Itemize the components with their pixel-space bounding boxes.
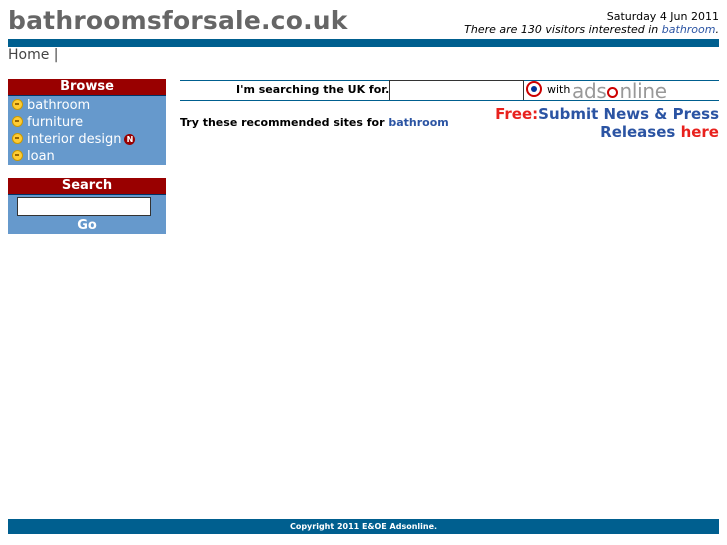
promo-free-label: Free:	[495, 105, 539, 123]
visitor-count: There are 130 visitors interested in bat…	[464, 23, 719, 36]
visitors-suffix: .	[715, 23, 720, 36]
recommend-keyword-link[interactable]: bathroom	[388, 116, 448, 129]
promo-here-link[interactable]: here	[681, 123, 719, 141]
site-logo[interactable]: bathroomsforsale.co.uk	[8, 6, 348, 35]
arrow-bullet-icon	[12, 116, 23, 127]
visitors-keyword-link[interactable]: bathroom	[662, 23, 716, 36]
browse-item-loan[interactable]: loan	[12, 148, 166, 165]
search-panel: Search Go	[8, 178, 166, 234]
arrow-bullet-icon	[12, 150, 23, 161]
main-search-row: I'm searching the UK for... with ads nlin…	[180, 79, 719, 103]
footer-copyright: Copyright 2011 E&OE Adsonline.	[8, 519, 719, 534]
browse-panel: Browse bathroom furniture interior desig…	[8, 79, 166, 165]
recommend-prefix: Try these recommended sites for	[180, 116, 389, 129]
main-search-label: I'm searching the UK for...	[236, 83, 398, 96]
promo-submit-link[interactable]: Submit News & Press	[538, 105, 719, 123]
sidebar-search-input[interactable]	[17, 197, 151, 216]
browse-item-label[interactable]: furniture	[27, 115, 83, 130]
promo-line-1: Free:Submit News & Press	[495, 105, 719, 123]
visitors-text: There are 130 visitors interested in	[464, 23, 662, 36]
go-button[interactable]: Go	[8, 218, 166, 233]
target-search-icon[interactable]	[526, 81, 542, 97]
browse-item-interior-design[interactable]: interior design N	[12, 131, 166, 148]
breadcrumb: Home |	[8, 47, 59, 63]
main-search-input[interactable]	[389, 80, 524, 101]
search-title: Search	[8, 178, 166, 195]
search-divider-bottom	[180, 100, 719, 101]
browse-item-bathroom[interactable]: bathroom	[12, 97, 166, 114]
brand-target-icon	[607, 87, 619, 98]
new-badge-icon: N	[124, 134, 136, 145]
breadcrumb-separator: |	[53, 47, 59, 63]
arrow-bullet-icon	[12, 133, 23, 144]
top-bar	[8, 39, 719, 47]
current-date: Saturday 4 Jun 2011	[606, 10, 719, 23]
arrow-bullet-icon	[12, 99, 23, 110]
browse-item-furniture[interactable]: furniture	[12, 114, 166, 131]
press-release-promo: Free:Submit News & Press Releases here	[495, 105, 719, 141]
breadcrumb-home-link[interactable]: Home	[8, 47, 49, 63]
browse-item-label[interactable]: loan	[27, 149, 55, 164]
browse-item-label[interactable]: bathroom	[27, 98, 90, 113]
with-label: with	[547, 83, 571, 96]
browse-title: Browse	[8, 79, 166, 96]
browse-item-label[interactable]: interior design	[27, 132, 121, 147]
recommend-text: Try these recommended sites for bathroom	[180, 116, 449, 129]
promo-releases-text: Releases	[600, 123, 681, 141]
promo-line-2: Releases here	[495, 123, 719, 141]
